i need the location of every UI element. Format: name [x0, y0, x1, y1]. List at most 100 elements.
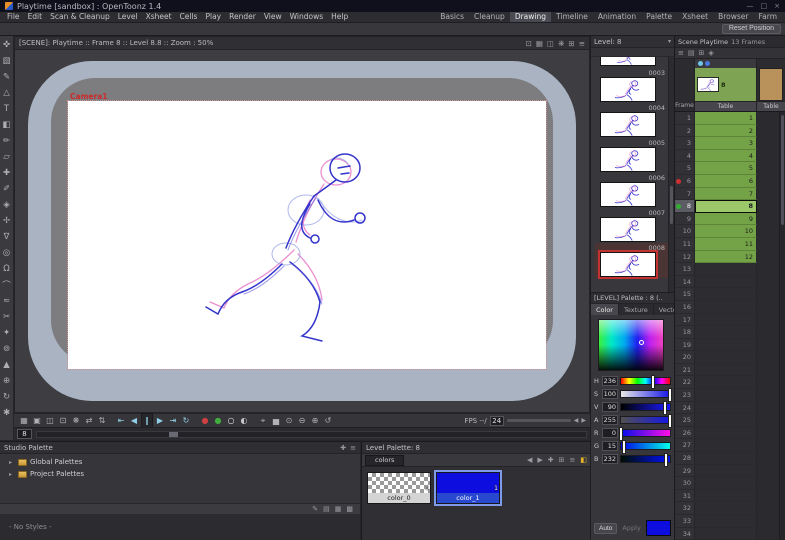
- slider-marker[interactable]: [663, 452, 668, 467]
- channel-bar-H[interactable]: [620, 374, 671, 389]
- edit-style-icon[interactable]: ✎: [312, 505, 318, 513]
- level-strip-frame-partial[interactable]: [595, 57, 668, 68]
- channel-value-H[interactable]: 236: [602, 375, 618, 386]
- standard-view-button[interactable]: ▣: [31, 414, 43, 427]
- drawing-cell[interactable]: 3: [695, 137, 757, 150]
- drawing-cell[interactable]: [695, 263, 757, 276]
- pinch-tool[interactable]: ∇: [0, 229, 13, 245]
- frame-number-cell[interactable]: 29: [675, 464, 695, 478]
- xsheet-row-19[interactable]: 19: [675, 338, 785, 352]
- camera-view-button[interactable]: ⊡: [57, 414, 69, 427]
- loop-button[interactable]: ↻: [180, 414, 192, 427]
- new-style-icon[interactable]: ✚: [548, 456, 554, 464]
- iron-tool[interactable]: ≈: [0, 293, 13, 309]
- locator-button[interactable]: ⌖: [257, 414, 269, 427]
- menu-xsheet[interactable]: Xsheet: [142, 12, 176, 22]
- xsheet-row-7[interactable]: 77: [675, 187, 785, 201]
- sub-camera-icon[interactable]: ⊞: [568, 39, 574, 48]
- room-tab-browser[interactable]: Browser: [713, 12, 753, 22]
- frame-number-cell[interactable]: 14: [675, 275, 695, 289]
- drawing-cell[interactable]: [695, 515, 757, 528]
- minimize-button[interactable]: —: [747, 2, 754, 10]
- onion-skin-icon[interactable]: ◈: [708, 49, 713, 57]
- frame-number-cell[interactable]: 20: [675, 351, 695, 364]
- control-point-editor-tool[interactable]: ✢: [0, 213, 13, 229]
- xsheet-row-21[interactable]: 21: [675, 363, 785, 377]
- channel-bar-R[interactable]: [619, 426, 671, 441]
- hand-tool[interactable]: ✱: [0, 405, 13, 421]
- menu-level[interactable]: Level: [114, 12, 142, 22]
- frame-number-cell[interactable]: 8: [675, 200, 695, 213]
- xsheet-scrollbar[interactable]: [779, 112, 785, 540]
- table-view-button[interactable]: ▦: [18, 414, 30, 427]
- drawing-cell[interactable]: [695, 502, 757, 515]
- rotate-tool[interactable]: ↻: [0, 389, 13, 405]
- frame-number-cell[interactable]: 13: [675, 263, 695, 276]
- drawing-cell[interactable]: [695, 351, 757, 364]
- view-mode-icon[interactable]: ◫: [547, 39, 554, 48]
- expand-arrow-icon[interactable]: ▸: [9, 471, 15, 478]
- tree-item-project-palettes[interactable]: ▸ Project Palettes: [0, 468, 360, 480]
- slider-marker[interactable]: [619, 426, 623, 441]
- style-editor-icon[interactable]: ◧: [580, 456, 587, 464]
- drawing-cell[interactable]: 12: [695, 250, 757, 264]
- channel-value-G[interactable]: 15: [602, 440, 618, 451]
- frame-number-cell[interactable]: 2: [675, 124, 695, 138]
- paint-brush-tool[interactable]: ✏: [0, 133, 13, 149]
- drawing-cell[interactable]: [695, 401, 757, 415]
- drawing-cell[interactable]: 8: [695, 200, 757, 213]
- xsheet-row-27[interactable]: 27: [675, 439, 785, 453]
- red-channel-button[interactable]: ●: [199, 414, 211, 427]
- style-swatch-color_1[interactable]: color_1 1: [434, 470, 502, 506]
- pump-tool[interactable]: ◎: [0, 245, 13, 261]
- xsheet-row-30[interactable]: 30: [675, 477, 785, 490]
- palette-page-tab[interactable]: colors: [365, 454, 405, 466]
- drawing-cell[interactable]: 7: [695, 187, 757, 201]
- style-picker-tool[interactable]: ✐: [0, 181, 13, 197]
- style-swatch-color_0[interactable]: color_0 0: [367, 472, 431, 504]
- level-strip-frame-0008[interactable]: 0008: [595, 243, 668, 279]
- drawing-cell[interactable]: 9: [695, 212, 757, 226]
- channel-value-B[interactable]: 232: [602, 453, 618, 464]
- frame-number-cell[interactable]: 10: [675, 225, 695, 238]
- xsheet-row-12[interactable]: 12 12: [675, 250, 785, 264]
- xsheet-row-20[interactable]: 20: [675, 351, 785, 364]
- menu-play[interactable]: Play: [201, 12, 225, 22]
- menu-file[interactable]: File: [3, 12, 24, 22]
- prev-frame-button[interactable]: ◀: [128, 414, 140, 427]
- channel-value-V[interactable]: 90: [602, 401, 618, 412]
- apply-button[interactable]: Apply: [620, 524, 642, 532]
- zoom-out-button[interactable]: ⊖: [296, 414, 308, 427]
- frame-number-cell[interactable]: 1: [675, 112, 695, 125]
- frame-slider-handle[interactable]: [168, 431, 178, 437]
- xsheet-row-5[interactable]: 55: [675, 162, 785, 175]
- last-frame-button[interactable]: ⇥: [167, 414, 179, 427]
- menu-view[interactable]: View: [260, 12, 286, 22]
- frame-number-cell[interactable]: 31: [675, 489, 695, 503]
- skeleton-tool[interactable]: ✦: [0, 325, 13, 341]
- frame-number-cell[interactable]: 24: [675, 401, 695, 415]
- drawing-cell[interactable]: [695, 439, 757, 453]
- drawing-cell[interactable]: [695, 389, 757, 402]
- drawing-cell[interactable]: [695, 363, 757, 377]
- drawing-cell[interactable]: [695, 489, 757, 503]
- prev-page-icon[interactable]: ◀: [527, 456, 532, 464]
- camstand-visible-toggle-icon[interactable]: [705, 61, 710, 66]
- color-square-marker[interactable]: [638, 340, 644, 345]
- frame-number-cell[interactable]: 18: [675, 326, 695, 339]
- slider-marker[interactable]: [621, 439, 626, 454]
- column-2-parent-handle[interactable]: Table: [757, 101, 785, 111]
- reset-view-button[interactable]: ↺: [322, 414, 334, 427]
- next-page-icon[interactable]: ▶: [537, 456, 542, 464]
- drawing-cell[interactable]: [695, 452, 757, 465]
- room-tab-farm[interactable]: Farm: [754, 12, 782, 22]
- channel-bar-B[interactable]: [620, 452, 671, 467]
- xsheet-row-23[interactable]: 23: [675, 389, 785, 402]
- safe-area-icon[interactable]: ⊡: [526, 39, 532, 48]
- tape-tool[interactable]: ✚: [0, 165, 13, 181]
- channel-bar-S[interactable]: [620, 387, 672, 402]
- drawing-cell[interactable]: 10: [695, 225, 757, 238]
- level-strip-frame-0004[interactable]: 0004: [595, 103, 668, 138]
- menu-scan-cleanup[interactable]: Scan & Cleanup: [46, 12, 114, 22]
- drawing-cell[interactable]: 5: [695, 162, 757, 175]
